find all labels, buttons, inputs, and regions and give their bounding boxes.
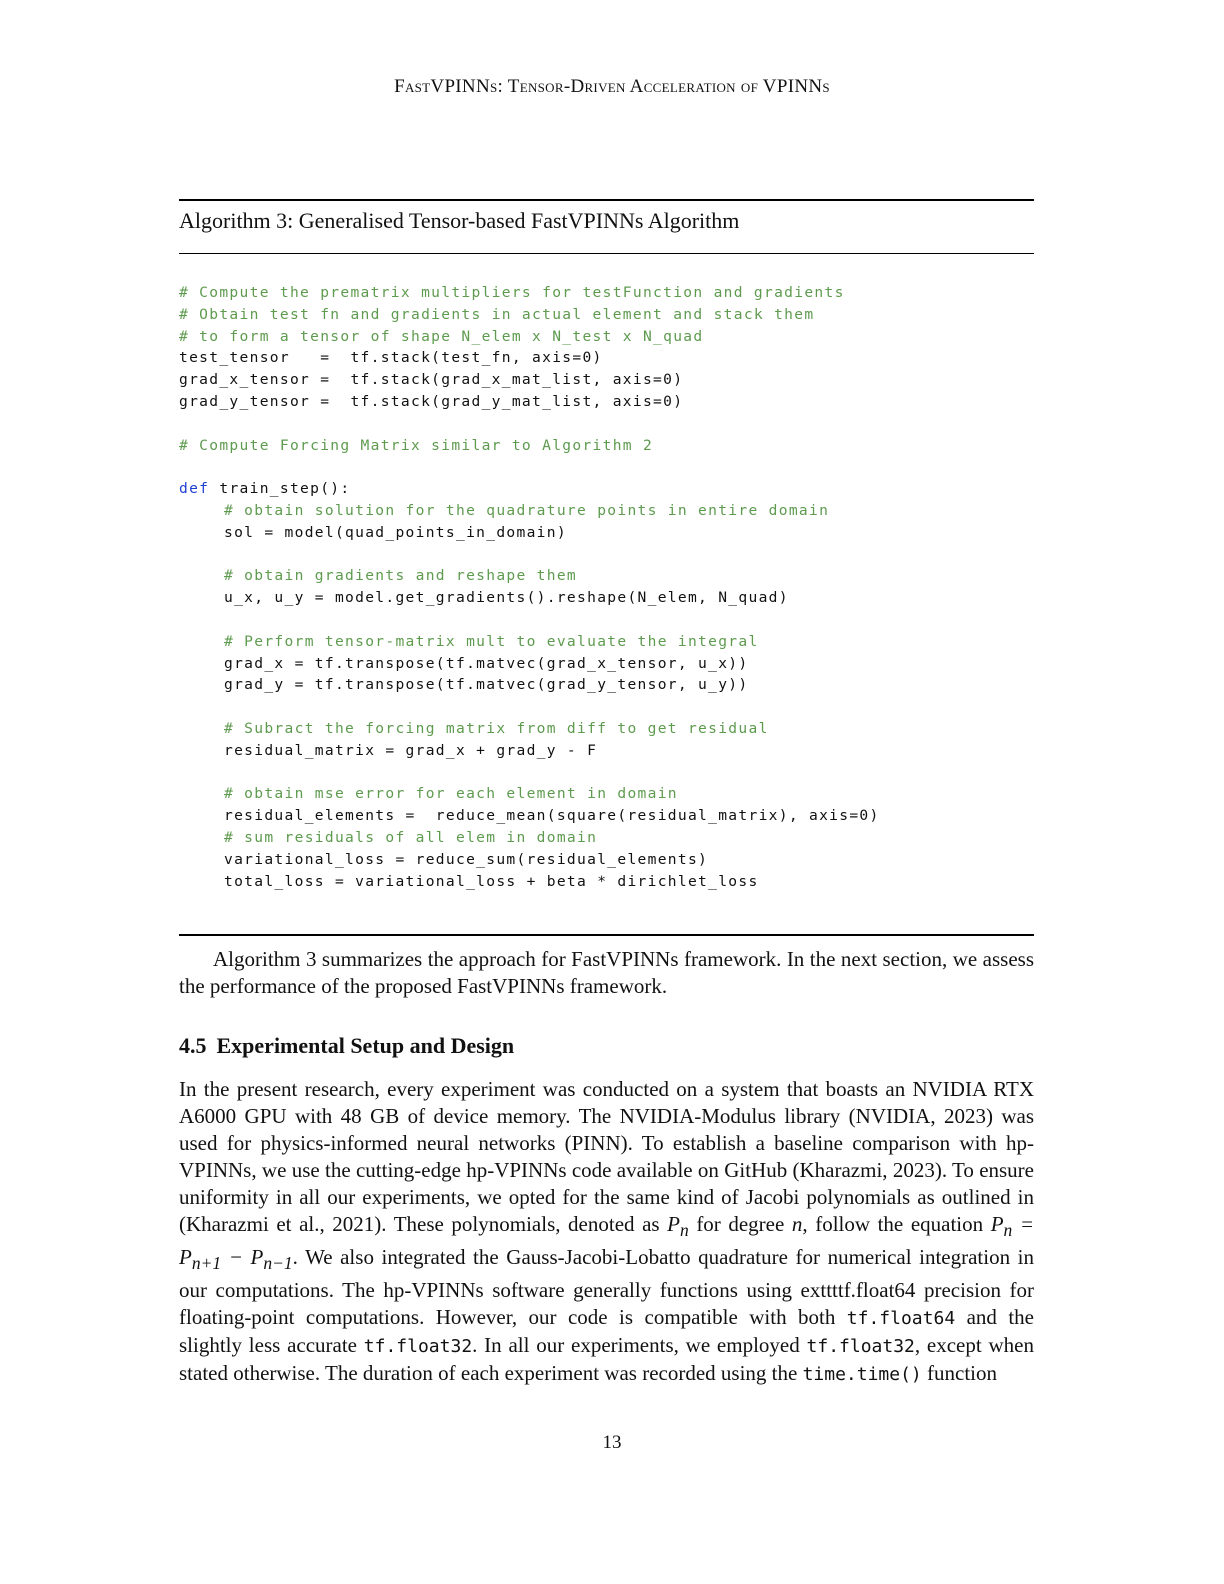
section-number: 4.5 [179, 1033, 207, 1058]
code-comment: # Compute the prematrix multipliers for … [179, 284, 845, 301]
code-line: test_tensor = tf.stack(test_fn, axis=0) [179, 349, 603, 367]
code-comment: # obtain solution for the quadrature poi… [224, 501, 830, 519]
code-line: residual_elements = reduce_mean(square(r… [224, 807, 880, 825]
code-comment: # Perform tensor-matrix mult to evaluate… [224, 632, 759, 650]
code-line: grad_y = tf.transpose(tf.matvec(grad_y_t… [224, 676, 749, 694]
algorithm-caption-rule [179, 253, 1034, 254]
code-line: grad_x = tf.transpose(tf.matvec(grad_x_t… [224, 654, 749, 672]
algorithm-bottom-rule [179, 934, 1034, 936]
math-subscript: n+1 [191, 1253, 222, 1274]
code-comment: # to form a tensor of shape N_elem x N_t… [179, 327, 704, 345]
code-comment: # obtain mse error for each element in d… [224, 785, 678, 803]
code-def-line: def train_step(): [179, 478, 1039, 500]
section-title: Experimental Setup and Design [216, 1033, 515, 1058]
inline-code: tf.float32 [363, 1336, 473, 1358]
running-head: FastVPINNs: Tensor-Driven Acceleration o… [394, 76, 830, 97]
code-line: sol = model(quad_points_in_domain) [224, 523, 567, 541]
code-line: grad_x_tensor = tf.stack(grad_x_mat_list… [179, 371, 684, 389]
code-line: u_x, u_y = model.get_gradients().reshape… [224, 589, 789, 607]
algorithm-code-block: # Compute the prematrix multipliers for … [179, 282, 1039, 892]
paragraph-text: , follow the equation [802, 1212, 991, 1236]
code-comment: # Subract the forcing matrix from diff t… [224, 719, 769, 737]
math-var: P [667, 1212, 680, 1236]
algorithm-caption: Algorithm 3: Generalised Tensor-based Fa… [179, 208, 740, 233]
math-var: − P [221, 1245, 264, 1270]
code-line: variational_loss = reduce_sum(residual_e… [224, 850, 709, 868]
math-subscript: n [680, 1220, 689, 1241]
paragraph-text: function [921, 1361, 998, 1386]
code-line: total_loss = variational_loss + beta * d… [224, 872, 759, 890]
code-comment: # sum residuals of all elem in domain [224, 828, 598, 846]
math-symbol: Pn [667, 1212, 689, 1240]
algorithm-summary-paragraph: Algorithm 3 summarizes the approach for … [179, 947, 1034, 998]
code-comment: # Obtain test fn and gradients in actual… [179, 305, 815, 323]
section-heading: 4.5 Experimental Setup and Design [179, 1033, 514, 1059]
inline-code: tf.float64 [846, 1308, 956, 1330]
math-subscript: n [1003, 1220, 1013, 1241]
code-function-signature: train_step(): [209, 480, 351, 498]
code-keyword: def [179, 480, 210, 498]
code-line: residual_matrix = grad_x + grad_y - F [224, 741, 598, 759]
code-comment: # obtain gradients and reshape them [224, 567, 578, 585]
math-var: n [791, 1212, 803, 1236]
paragraph-text: for degree [688, 1212, 792, 1236]
inline-code: time.time() [802, 1364, 922, 1386]
experimental-setup-paragraph: In the present research, every experimen… [179, 1076, 1034, 1388]
code-line: grad_y_tensor = tf.stack(grad_y_mat_list… [179, 392, 684, 410]
algorithm-top-rule [179, 199, 1034, 201]
math-subscript: n−1 [263, 1253, 293, 1274]
inline-code: tf.float32 [806, 1336, 915, 1358]
math-var: P [990, 1212, 1004, 1236]
paragraph-text: . In all our experiments, we employed [472, 1333, 807, 1358]
code-comment: # Compute Forcing Matrix similar to Algo… [179, 436, 654, 454]
page-number: 13 [602, 1432, 622, 1453]
